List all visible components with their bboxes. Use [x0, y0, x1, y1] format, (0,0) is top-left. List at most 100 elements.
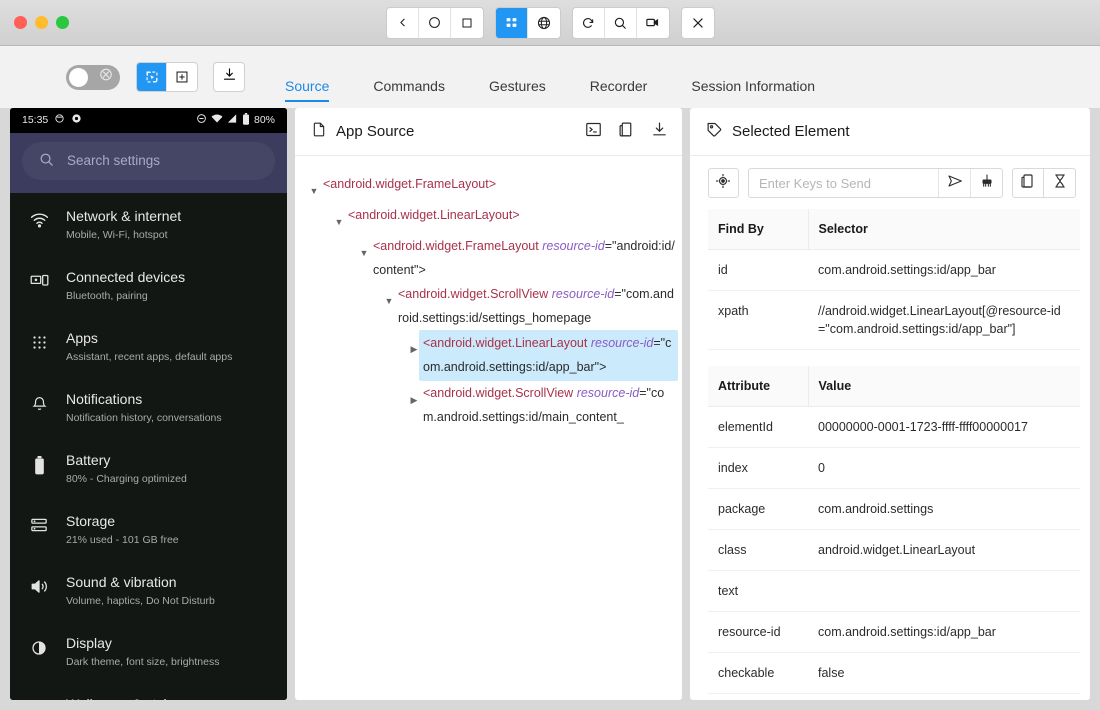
tag-icon	[706, 121, 723, 142]
send-keys-input[interactable]	[748, 175, 939, 191]
settings-row-wallpaper[interactable]: Wallpaper & style Colors, themed icons, …	[10, 681, 287, 700]
home-button[interactable]	[418, 7, 451, 38]
settings-row-notifications[interactable]: Notifications Notification history, conv…	[10, 376, 287, 437]
bell-icon	[28, 387, 50, 413]
battery-percent: 80%	[253, 114, 275, 127]
quit-session-button[interactable]	[681, 7, 714, 38]
source-refresh-toggle[interactable]	[66, 64, 120, 90]
minimize-window-button[interactable]	[35, 16, 48, 29]
download-source-button[interactable]	[651, 121, 668, 143]
tree-node-selected[interactable]: ▶ <android.widget.LinearLayout resource-…	[305, 330, 678, 381]
chevron-down-icon[interactable]: ▼	[330, 203, 348, 234]
device-search-area: Search settings	[10, 132, 287, 193]
settings-row-subtitle: Volume, haptics, Do Not Disturb	[66, 594, 215, 607]
attribute-value: com.android.settings:id/app_bar	[808, 611, 1080, 653]
table-row[interactable]: checked false	[708, 693, 1080, 700]
device-screenshot-panel[interactable]: 15:35 80% Search settings Network & inte…	[10, 108, 287, 700]
tree-node[interactable]: ▼ <android.widget.ScrollView resource-id…	[305, 282, 678, 330]
settings-row-storage[interactable]: Storage 21% used - 101 GB free	[10, 498, 287, 559]
tree-node[interactable]: ▼ <android.widget.FrameLayout resource-i…	[305, 234, 678, 282]
clear-element-button[interactable]	[970, 169, 1002, 197]
tap-element-button[interactable]	[708, 168, 739, 198]
attribute-name: resource-id	[708, 611, 808, 653]
chevron-down-icon[interactable]: ▼	[355, 234, 373, 265]
broom-icon	[979, 173, 995, 194]
appium-inspector-window: Source Commands Gestures Recorder Sessio…	[0, 0, 1100, 710]
console-button[interactable]	[585, 121, 602, 143]
status-bar-right: 80%	[196, 112, 275, 128]
table-row[interactable]: package com.android.settings	[708, 488, 1080, 530]
attribute-value: android.widget.LinearLayout	[808, 529, 1080, 571]
device-search-placeholder: Search settings	[67, 153, 161, 169]
main-tabs: Source Commands Gestures Recorder Sessio…	[285, 46, 815, 108]
tap-swipe-icon	[175, 70, 189, 84]
tree-node-close: >	[599, 360, 607, 374]
settings-row-display[interactable]: Display Dark theme, font size, brightnes…	[10, 620, 287, 681]
tab-gestures[interactable]: Gestures	[489, 79, 546, 108]
settings-row-subtitle: Dark theme, font size, brightness	[66, 655, 220, 668]
chevron-down-icon[interactable]: ▼	[380, 282, 398, 313]
search-icon	[613, 16, 627, 30]
tree-node[interactable]: ▼ <android.widget.FrameLayout>	[305, 172, 678, 203]
settings-row-title: Storage	[66, 512, 116, 529]
close-x-icon	[691, 16, 705, 30]
tab-session-information[interactable]: Session Information	[691, 79, 815, 108]
record-screen-button[interactable]	[636, 7, 669, 38]
app-switch-button[interactable]	[450, 7, 483, 38]
circle-icon	[428, 16, 441, 29]
tab-commands[interactable]: Commands	[373, 79, 445, 108]
search-button[interactable]	[604, 7, 637, 38]
chevron-down-icon[interactable]: ▼	[305, 172, 323, 203]
zoom-window-button[interactable]	[56, 16, 69, 29]
table-row[interactable]: index 0	[708, 447, 1080, 489]
table-row[interactable]: elementId 00000000-0001-1723-ffff-ffff00…	[708, 406, 1080, 448]
table-row[interactable]: id com.android.settings:id/app_bar	[708, 249, 1080, 291]
selected-element-title-wrap: Selected Element	[706, 121, 850, 142]
device-search-input[interactable]: Search settings	[22, 141, 275, 180]
chevron-right-icon[interactable]: ▶	[405, 381, 423, 412]
tree-node-tag: <android.widget.ScrollView	[423, 386, 574, 400]
settings-row-apps[interactable]: Apps Assistant, recent apps, default app…	[10, 315, 287, 376]
attribute-value: false	[808, 652, 1080, 694]
tap-swipe-mode-button[interactable]	[167, 63, 197, 91]
copy-source-button[interactable]	[618, 121, 635, 143]
settings-row-subtitle: 21% used - 101 GB free	[66, 533, 179, 546]
table-row[interactable]: resource-id com.android.settings:id/app_…	[708, 611, 1080, 653]
settings-row-sound[interactable]: Sound & vibration Volume, haptics, Do No…	[10, 559, 287, 620]
globe-icon	[537, 16, 551, 30]
table-row[interactable]: class android.widget.LinearLayout	[708, 529, 1080, 571]
native-view-button[interactable]	[495, 7, 528, 38]
android-auto-icon	[54, 113, 65, 127]
tab-source[interactable]: Source	[285, 79, 330, 108]
tab-recorder[interactable]: Recorder	[590, 79, 648, 108]
cell-signal-icon	[227, 113, 238, 127]
tree-node-label: <android.widget.ScrollView resource-id="…	[398, 282, 678, 330]
table-row[interactable]: xpath //android.widget.LinearLayout[@res…	[708, 290, 1080, 350]
table-row[interactable]: text	[708, 570, 1080, 612]
save-screenshot-button[interactable]	[214, 63, 244, 91]
speaker-icon	[28, 570, 50, 595]
settings-row-subtitle: Bluetooth, pairing	[66, 289, 148, 302]
web-view-button[interactable]	[527, 7, 560, 38]
settings-row-text: Connected devices Bluetooth, pairing	[66, 265, 185, 304]
attribute-name: index	[708, 447, 808, 489]
settings-row-network[interactable]: Network & internet Mobile, Wi-Fi, hotspo…	[10, 193, 287, 254]
table-spacer	[708, 350, 1080, 366]
attribute-name: checked	[708, 693, 808, 700]
send-keys-group	[747, 168, 1003, 198]
settings-row-connected-devices[interactable]: Connected devices Bluetooth, pairing	[10, 254, 287, 315]
attribute-table: Attribute Value elementId 00000000-0001-…	[708, 366, 1080, 700]
refresh-source-button[interactable]	[572, 7, 605, 38]
apps-grid-icon	[28, 326, 50, 351]
copy-attributes-button[interactable]	[1012, 168, 1044, 198]
tree-node[interactable]: ▼ <android.widget.LinearLayout>	[305, 203, 678, 234]
table-row[interactable]: checkable false	[708, 652, 1080, 694]
settings-row-battery[interactable]: Battery 80% - Charging optimized	[10, 437, 287, 498]
select-element-mode-button[interactable]	[137, 63, 167, 91]
app-source-title-wrap: App Source	[311, 121, 414, 142]
close-window-button[interactable]	[14, 16, 27, 29]
back-button[interactable]	[386, 7, 419, 38]
wait-for-element-button[interactable]	[1044, 168, 1076, 198]
tree-node[interactable]: ▶ <android.widget.ScrollView resource-id…	[305, 381, 678, 429]
send-keys-button[interactable]	[938, 169, 970, 197]
